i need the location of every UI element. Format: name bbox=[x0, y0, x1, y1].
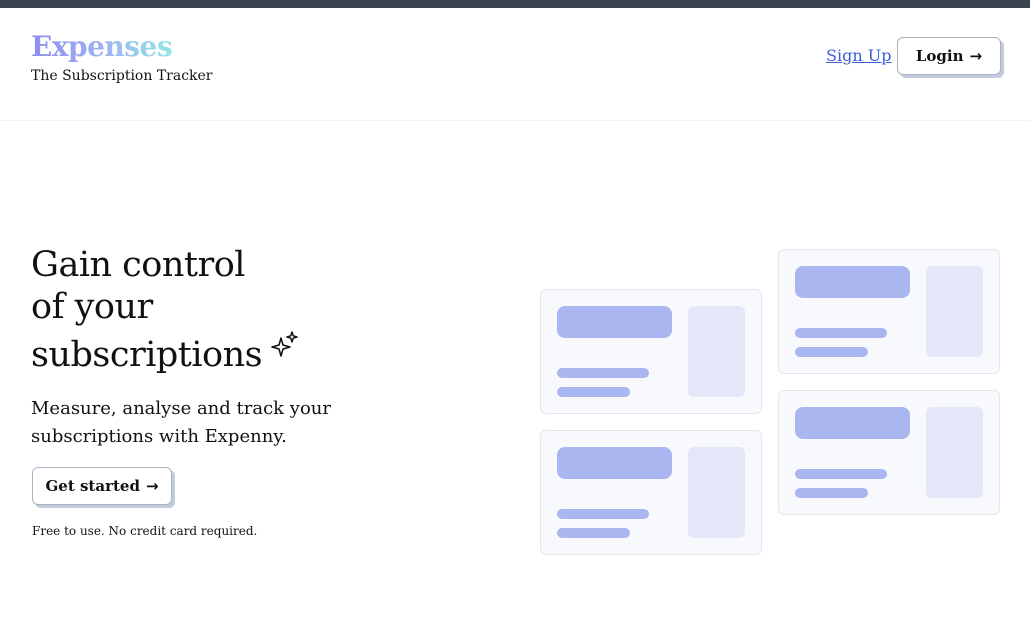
skeleton-line bbox=[795, 328, 887, 338]
top-accent-bar bbox=[0, 0, 1030, 8]
hero-headline: Gain control of your subscriptions bbox=[31, 244, 263, 376]
skeleton-thumbnail bbox=[926, 407, 983, 498]
headline-line: subscriptions bbox=[31, 335, 263, 375]
skeleton-line bbox=[795, 347, 868, 357]
login-button[interactable]: Login → bbox=[897, 37, 1001, 75]
arrow-right-icon: → bbox=[969, 47, 983, 65]
hero-subhead: Measure, analyse and track your subscrip… bbox=[31, 398, 331, 447]
skeleton-bar bbox=[557, 447, 672, 479]
preview-card bbox=[540, 430, 762, 555]
skeleton-thumbnail bbox=[688, 447, 745, 538]
headline-line: Gain control bbox=[31, 245, 245, 285]
logo[interactable]: Expenses bbox=[31, 30, 173, 64]
skeleton-thumbnail bbox=[688, 306, 745, 397]
skeleton-line bbox=[557, 528, 630, 538]
sign-up-link[interactable]: Sign Up bbox=[826, 46, 891, 66]
login-label: Login bbox=[915, 47, 964, 65]
pricing-note: Free to use. No credit card required. bbox=[32, 524, 258, 538]
skeleton-bar bbox=[795, 407, 910, 439]
arrow-right-icon: → bbox=[145, 477, 159, 495]
skeleton-line bbox=[795, 488, 868, 498]
tagline: The Subscription Tracker bbox=[31, 68, 213, 84]
skeleton-line bbox=[557, 509, 649, 519]
get-started-button[interactable]: Get started → bbox=[32, 467, 172, 505]
preview-card bbox=[778, 390, 1000, 515]
skeleton-line bbox=[557, 368, 649, 378]
get-started-label: Get started bbox=[45, 477, 140, 495]
skeleton-bar bbox=[557, 306, 672, 338]
preview-card bbox=[778, 249, 1000, 374]
site-header: Expenses The Subscription Tracker Sign U… bbox=[0, 8, 1030, 121]
skeleton-thumbnail bbox=[926, 266, 983, 357]
preview-card bbox=[540, 289, 762, 414]
skeleton-bar bbox=[795, 266, 910, 298]
skeleton-line bbox=[795, 469, 887, 479]
sparkles-icon bbox=[271, 331, 298, 357]
headline-line: of your bbox=[31, 287, 153, 327]
skeleton-line bbox=[557, 387, 630, 397]
